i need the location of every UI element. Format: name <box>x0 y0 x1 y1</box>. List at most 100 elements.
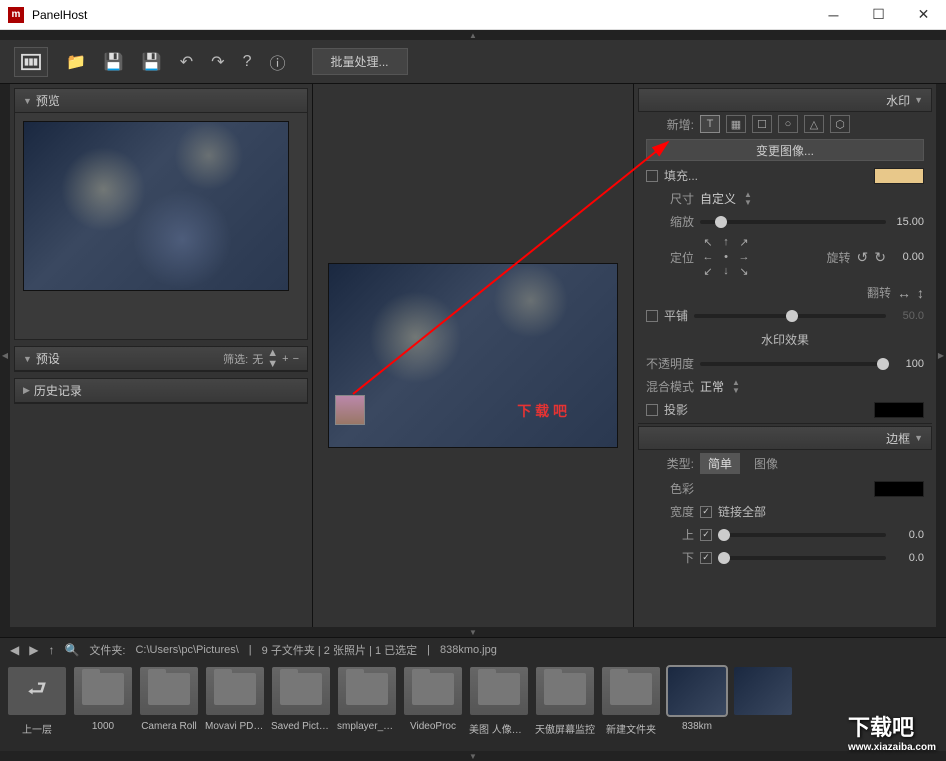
nav-up-icon[interactable]: ↑ <box>48 643 54 657</box>
filmstrip-item[interactable]: smplayer_scre... <box>336 667 398 745</box>
rotate-ccw-icon[interactable]: ↺ <box>857 249 869 266</box>
filmstrip-item[interactable] <box>732 667 794 745</box>
remove-preset-icon[interactable]: − <box>293 353 299 365</box>
add-shape-row: 新增: T ▦ ☐ ○ △ ⬡ <box>638 112 932 136</box>
flip-vertical-icon[interactable]: ↕ <box>917 285 924 301</box>
filmstrip-item[interactable]: 1000 <box>72 667 134 745</box>
folder-thumb <box>140 667 198 715</box>
add-rect-button[interactable]: ☐ <box>752 115 772 133</box>
border-color-swatch[interactable] <box>874 481 924 497</box>
watermark-text[interactable]: 下 载 吧 <box>517 401 567 421</box>
left-collapse-bar[interactable]: ◀ <box>0 84 10 627</box>
main-row: ◀ ▼ 预览 ▼ 预设 筛选: 无 ▲▼ + <box>0 84 946 627</box>
canvas-image[interactable]: 下 载 吧 <box>328 263 618 448</box>
size-stepper-icon[interactable]: ▲▼ <box>744 191 752 207</box>
flip-horizontal-icon[interactable]: ↔ <box>897 285 911 301</box>
close-button[interactable]: ✕ <box>901 0 946 30</box>
redo-icon[interactable]: ↷ <box>211 52 224 72</box>
blend-stepper-icon[interactable]: ▲▼ <box>732 379 740 395</box>
top-collapse-bar[interactable]: ▲ <box>0 30 946 40</box>
shadow-label: 投影 <box>664 401 868 418</box>
opacity-value: 100 <box>892 358 924 370</box>
fill-swatch[interactable] <box>874 168 924 184</box>
nav-fwd-icon[interactable]: ▶ <box>29 643 38 657</box>
link-all-label: 链接全部 <box>718 503 766 520</box>
filter-label: 筛选: <box>223 351 248 367</box>
type-image-tab[interactable]: 图像 <box>746 453 786 474</box>
minimize-button[interactable]: ─ <box>811 0 856 30</box>
info-icon[interactable]: ⓘ <box>269 50 285 74</box>
add-text-button[interactable]: T <box>700 115 720 133</box>
top-checkbox[interactable] <box>700 529 712 541</box>
history-header[interactable]: ▶ 历史记录 <box>15 379 307 403</box>
folder-thumb <box>206 667 264 715</box>
border-section-header[interactable]: 边框 ▼ <box>638 426 932 450</box>
maximize-button[interactable]: ☐ <box>856 0 901 30</box>
watermark-title: 水印 <box>886 92 910 109</box>
add-circle-button[interactable]: ○ <box>778 115 798 133</box>
filmstrip-label: Camera Roll <box>141 721 197 732</box>
link-all-checkbox[interactable] <box>700 506 712 518</box>
add-image-button[interactable]: ▦ <box>726 115 746 133</box>
rotate-cw-icon[interactable]: ↻ <box>874 249 886 266</box>
filmstrip-item[interactable]: Camera Roll <box>138 667 200 745</box>
history-title: 历史记录 <box>34 382 82 399</box>
blend-label: 混合模式 <box>646 378 694 395</box>
filter-stepper-icon[interactable]: ▲▼ <box>267 348 278 370</box>
filmstrip-item[interactable]: 美图 人像写真 <box>468 667 530 745</box>
folder-thumb <box>404 667 462 715</box>
filmstrip-label: smplayer_scre... <box>337 721 397 732</box>
filmstrip-item[interactable]: Movavi PDF E... <box>204 667 266 745</box>
tile-checkbox[interactable] <box>646 310 658 322</box>
filmstrip-item[interactable]: 天傲屏幕监控 <box>534 667 596 745</box>
search-icon[interactable]: 🔍 <box>64 643 79 657</box>
add-preset-icon[interactable]: + <box>282 353 288 365</box>
type-simple-tab[interactable]: 简单 <box>700 453 740 474</box>
filmstrip-item[interactable]: ⮐上一层 <box>6 667 68 745</box>
add-hexagon-button[interactable]: ⬡ <box>830 115 850 133</box>
right-collapse-bar[interactable]: ▶ <box>936 84 946 627</box>
bottom-checkbox[interactable] <box>700 552 712 564</box>
bottom-collapse-bar[interactable]: ▼ <box>0 751 946 761</box>
position-label: 定位 <box>646 249 694 266</box>
shadow-checkbox[interactable] <box>646 404 658 416</box>
blend-value[interactable]: 正常 <box>700 378 724 395</box>
filmstrip-label: Saved Pictures <box>271 721 331 732</box>
change-image-button[interactable]: 变更图像... <box>646 139 924 161</box>
bottom-slider[interactable] <box>718 556 886 560</box>
filmstrip-item[interactable]: 838km <box>666 667 728 745</box>
filmstrip-label: 上一层 <box>22 721 52 736</box>
shadow-swatch[interactable] <box>874 402 924 418</box>
fill-checkbox[interactable] <box>646 170 658 182</box>
position-grid[interactable]: ↖↑↗ ←•→ ↙↓↘ <box>700 236 752 278</box>
help-icon[interactable]: ? <box>243 53 252 71</box>
filter-value[interactable]: 无 <box>252 351 263 367</box>
preview-panel: ▼ 预览 <box>14 88 308 340</box>
preview-header[interactable]: ▼ 预览 <box>15 89 307 113</box>
size-value[interactable]: 自定义 <box>700 190 736 207</box>
open-folder-icon[interactable]: 📁 <box>66 52 86 72</box>
watermark-thumb[interactable] <box>335 395 365 425</box>
watermark-section-header[interactable]: 水印 ▼ <box>638 88 932 112</box>
scale-slider[interactable] <box>700 220 886 224</box>
save-icon[interactable]: 💾 <box>104 52 124 72</box>
border-type-row: 类型: 简单 图像 <box>638 450 932 477</box>
undo-icon[interactable]: ↶ <box>180 52 193 72</box>
top-slider[interactable] <box>718 533 886 537</box>
filmstrip-label: VideoProc <box>410 721 456 732</box>
folder-path[interactable]: C:\Users\pc\Pictures\ <box>135 644 238 656</box>
filmstrip-item[interactable]: Saved Pictures <box>270 667 332 745</box>
tile-value: 50.0 <box>892 310 924 322</box>
mid-collapse-bar[interactable]: ▼ <box>0 627 946 637</box>
add-triangle-button[interactable]: △ <box>804 115 824 133</box>
folder-info: 9 子文件夹 | 2 张照片 | 1 已选定 <box>262 642 417 658</box>
nav-back-icon[interactable]: ◀ <box>10 643 19 657</box>
batch-process-button[interactable]: 批量处理... <box>312 48 408 75</box>
presets-header[interactable]: ▼ 预设 筛选: 无 ▲▼ + − <box>15 347 307 371</box>
filmstrip-item[interactable]: VideoProc <box>402 667 464 745</box>
opacity-slider[interactable] <box>700 362 886 366</box>
filmstrip-item[interactable]: 新建文件夹 <box>600 667 662 745</box>
tile-slider[interactable] <box>694 314 886 318</box>
border-width-row: 宽度 链接全部 <box>638 500 932 523</box>
save-as-icon[interactable]: 💾 <box>142 52 162 72</box>
